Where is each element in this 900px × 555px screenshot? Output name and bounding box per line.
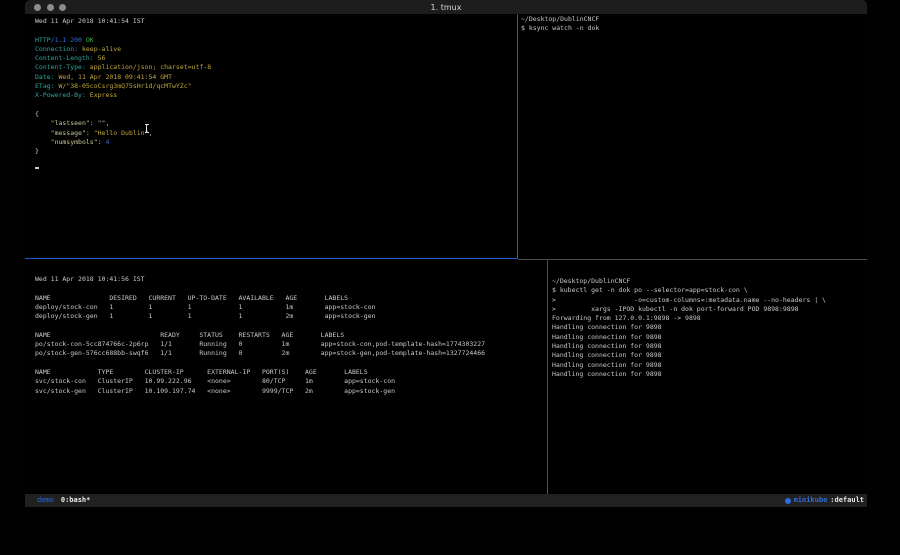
terminal-line: Handling connection for 9898 [552, 323, 867, 332]
terminal-line: Handling connection for 9898 [552, 351, 867, 360]
active-pane-border-vertical[interactable] [517, 14, 518, 259]
terminal-line: HTTP/1.1 200 OK [35, 36, 517, 45]
terminal-line: ~/Desktop/DublinCNCF [552, 277, 867, 286]
terminal-line: po/stock-con-5cc874766c-2p6rp 1/1 Runnin… [35, 340, 547, 349]
tmux-window-item[interactable]: 0:bash* [61, 494, 91, 507]
terminal-line: > xargs -IPOD kubectl -n dok port-forwar… [552, 305, 867, 314]
terminal-line: Date: Wed, 11 Apr 2018 09:41:54 GMT [35, 73, 517, 82]
status-bar-left: demo 0:bash* [37, 494, 90, 507]
terminal-line: Forwarding from 127.0.0.1:9898 -> 9898 [552, 314, 867, 323]
kube-context-name: minikube [794, 494, 828, 507]
terminal-line: NAME DESIRED CURRENT UP-TO-DATE AVAILABL… [35, 294, 547, 303]
window-title: 1. tmux [25, 3, 867, 12]
tmux-status-bar: demo 0:bash* minikube :default [25, 494, 867, 507]
terminal-line: { [35, 110, 517, 119]
pane-kubectl-resources[interactable]: Wed 11 Apr 2018 10:41:56 IST NAME DESIRED… [25, 259, 547, 494]
terminal-line: Connection: keep-alive [35, 45, 517, 54]
terminal-line: Wed 11 Apr 2018 10:41:54 IST [35, 17, 517, 26]
terminal-line: svc/stock-gen ClusterIP 10.109.197.74 <n… [35, 387, 547, 396]
pane-border-horizontal[interactable] [518, 259, 867, 260]
terminal-line: Handling connection for 9898 [552, 342, 867, 351]
terminal-line [35, 359, 547, 368]
terminal-line: ~/Desktop/DublinCNCF [521, 15, 867, 24]
tmux-session-name: demo [37, 494, 54, 507]
desktop-background: 1. tmux Wed 11 Apr 2018 10:41:54 IST HTTP… [0, 0, 900, 555]
pane-port-forward[interactable]: ~/Desktop/DublinCNCF$ kubectl get -n dok… [548, 259, 867, 494]
pane-ksync-watch[interactable]: ~/Desktop/DublinCNCF$ ksync watch -n dok [518, 14, 867, 258]
pane-http-response[interactable]: Wed 11 Apr 2018 10:41:54 IST HTTP/1.1 200… [25, 14, 517, 258]
terminal-line: "numsymbols": 4 [35, 138, 517, 147]
terminal-line [35, 101, 517, 110]
terminal-line [35, 26, 517, 35]
tmux-panes-area: Wed 11 Apr 2018 10:41:54 IST HTTP/1.1 200… [25, 14, 867, 494]
status-bar-right: minikube :default [785, 494, 864, 507]
terminal-line: NAME READY STATUS RESTARTS AGE LABELS [35, 331, 547, 340]
terminal-cursor [35, 167, 39, 169]
window-titlebar[interactable]: 1. tmux [25, 0, 867, 14]
terminal-line [35, 284, 547, 293]
terminal-line: "lastseen": "", [35, 119, 517, 128]
terminal-line: $ ksync watch -n dok [521, 24, 867, 33]
kube-context-namespace: :default [830, 494, 864, 507]
terminal-line: "message": "Hello Dublin", [35, 129, 517, 138]
terminal-line: > -o=custom-columns=:metadata.name --no-… [552, 296, 867, 305]
terminal-line [35, 321, 547, 330]
terminal-line: deploy/stock-gen 1 1 1 1 2m app=stock-ge… [35, 312, 547, 321]
terminal-line: Handling connection for 9898 [552, 333, 867, 342]
terminal-line: Wed 11 Apr 2018 10:41:56 IST [35, 275, 547, 284]
terminal-line: deploy/stock-con 1 1 1 1 1m app=stock-co… [35, 303, 547, 312]
active-pane-border-horizontal[interactable] [25, 258, 518, 259]
pane-border-vertical[interactable] [547, 260, 548, 494]
terminal-line: } [35, 147, 517, 156]
terminal-line: po/stock-gen-576cc688bb-swqf6 1/1 Runnin… [35, 349, 547, 358]
terminal-window: 1. tmux Wed 11 Apr 2018 10:41:54 IST HTTP… [25, 0, 867, 507]
terminal-line: X-Powered-By: Express [35, 91, 517, 100]
terminal-line: ETag: W/"38-05coCsrg3mQ75sHr1d/qcMTwYZc" [35, 82, 517, 91]
terminal-line: Handling connection for 9898 [552, 361, 867, 370]
kubernetes-icon [785, 498, 791, 504]
mouse-ibeam-cursor [146, 124, 147, 133]
terminal-line: svc/stock-con ClusterIP 10.99.222.96 <no… [35, 377, 547, 386]
terminal-line: $ kubectl get -n dok po --selector=app=s… [552, 286, 867, 295]
terminal-line: Content-Length: 56 [35, 54, 517, 63]
terminal-line: Handling connection for 9898 [552, 370, 867, 379]
terminal-line: NAME TYPE CLUSTER-IP EXTERNAL-IP PORT(S)… [35, 368, 547, 377]
terminal-line: Content-Type: application/json; charset=… [35, 63, 517, 72]
